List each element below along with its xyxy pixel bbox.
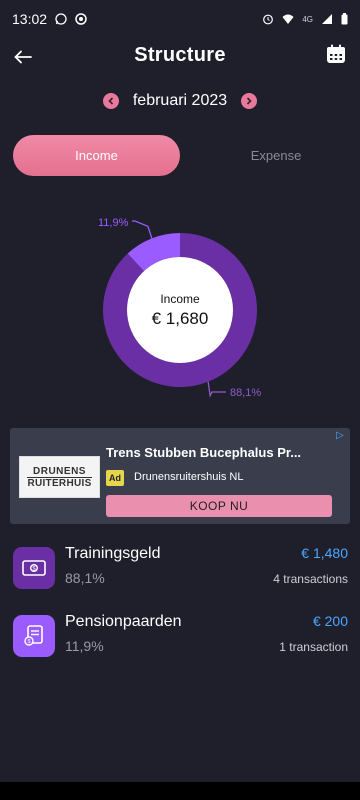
category-icon-box: $ bbox=[13, 547, 55, 589]
category-transactions: 1 transaction bbox=[279, 640, 348, 654]
status-time: 13:02 bbox=[12, 11, 48, 27]
system-nav-bar bbox=[0, 782, 360, 800]
network-type: 4G bbox=[302, 14, 313, 24]
ad-title[interactable]: Trens Stubben Bucephalus Pr... bbox=[106, 445, 301, 460]
prev-month-button[interactable] bbox=[102, 93, 119, 109]
signal-icon bbox=[322, 14, 332, 24]
wifi-icon bbox=[282, 14, 294, 24]
month-label: februari 2023 bbox=[132, 92, 228, 109]
leader-line-trainingsgeld bbox=[207, 381, 226, 398]
banknote-icon: $ bbox=[22, 560, 46, 576]
category-name: Trainingsgeld bbox=[65, 545, 161, 562]
category-percent: 88,1% bbox=[65, 570, 105, 586]
slice-label-trainingsgeld: 88,1% bbox=[230, 387, 262, 399]
slice-label-pensionpaarden: 11,9% bbox=[98, 217, 129, 229]
category-amount: € 1,480 bbox=[301, 545, 348, 561]
battery-icon bbox=[341, 13, 348, 25]
ad-choices-icon[interactable]: ▷ bbox=[336, 430, 348, 442]
ad-logo-line1: DRUNENS bbox=[33, 465, 86, 477]
status-bar: 13:02 4G bbox=[0, 0, 360, 38]
document-icon: $ bbox=[24, 625, 43, 646]
leader-line-pensionpaarden bbox=[132, 220, 153, 239]
category-row-trainingsgeld[interactable]: $ Trainingsgeld 88,1% € 1,480 4 transact… bbox=[12, 543, 348, 599]
ad-advertiser: Drunensruitershuis NL bbox=[134, 471, 244, 483]
ad-badge: Ad bbox=[106, 470, 124, 486]
chevron-right-icon bbox=[247, 97, 252, 105]
tab-income[interactable]: Income bbox=[13, 135, 180, 176]
category-row-pensionpaarden[interactable]: $ Pensionpaarden 11,9% € 200 1 transacti… bbox=[12, 611, 348, 667]
calendar-button[interactable] bbox=[326, 44, 348, 66]
ad-cta-button[interactable]: KOOP NU bbox=[106, 495, 332, 517]
ad-logo: DRUNENS RUITERHUIS bbox=[19, 456, 100, 498]
chrome-icon bbox=[75, 13, 87, 25]
page-title: Structure bbox=[134, 44, 226, 66]
month-selector: februari 2023 bbox=[0, 88, 360, 114]
svg-text:$: $ bbox=[27, 639, 30, 645]
chevron-left-icon bbox=[108, 97, 113, 105]
app-bar: Structure bbox=[0, 36, 360, 76]
category-amount: € 200 bbox=[312, 613, 348, 629]
whatsapp-icon bbox=[55, 13, 67, 25]
chart-center: Income € 1,680 bbox=[126, 275, 234, 345]
category-name: Pensionpaarden bbox=[65, 613, 182, 630]
tab-expense[interactable]: Expense bbox=[193, 135, 359, 176]
category-percent: 11,9% bbox=[65, 638, 104, 654]
chart-center-label: Income bbox=[160, 291, 200, 306]
ad-banner[interactable]: ▷ DRUNENS RUITERHUIS Trens Stubben Bucep… bbox=[10, 428, 350, 524]
category-transactions: 4 transactions bbox=[273, 572, 348, 586]
calendar-icon bbox=[327, 44, 345, 63]
ad-logo-line2: RUITERHUIS bbox=[27, 476, 92, 489]
alarm-icon bbox=[263, 14, 274, 25]
donut-chart: 11,9% 88,1% Income € 1,680 bbox=[0, 205, 360, 415]
next-month-button[interactable] bbox=[241, 93, 258, 109]
chart-center-value: € 1,680 bbox=[151, 308, 209, 328]
category-icon-box: $ bbox=[13, 615, 55, 657]
income-expense-toggle: Income Expense bbox=[13, 135, 347, 177]
